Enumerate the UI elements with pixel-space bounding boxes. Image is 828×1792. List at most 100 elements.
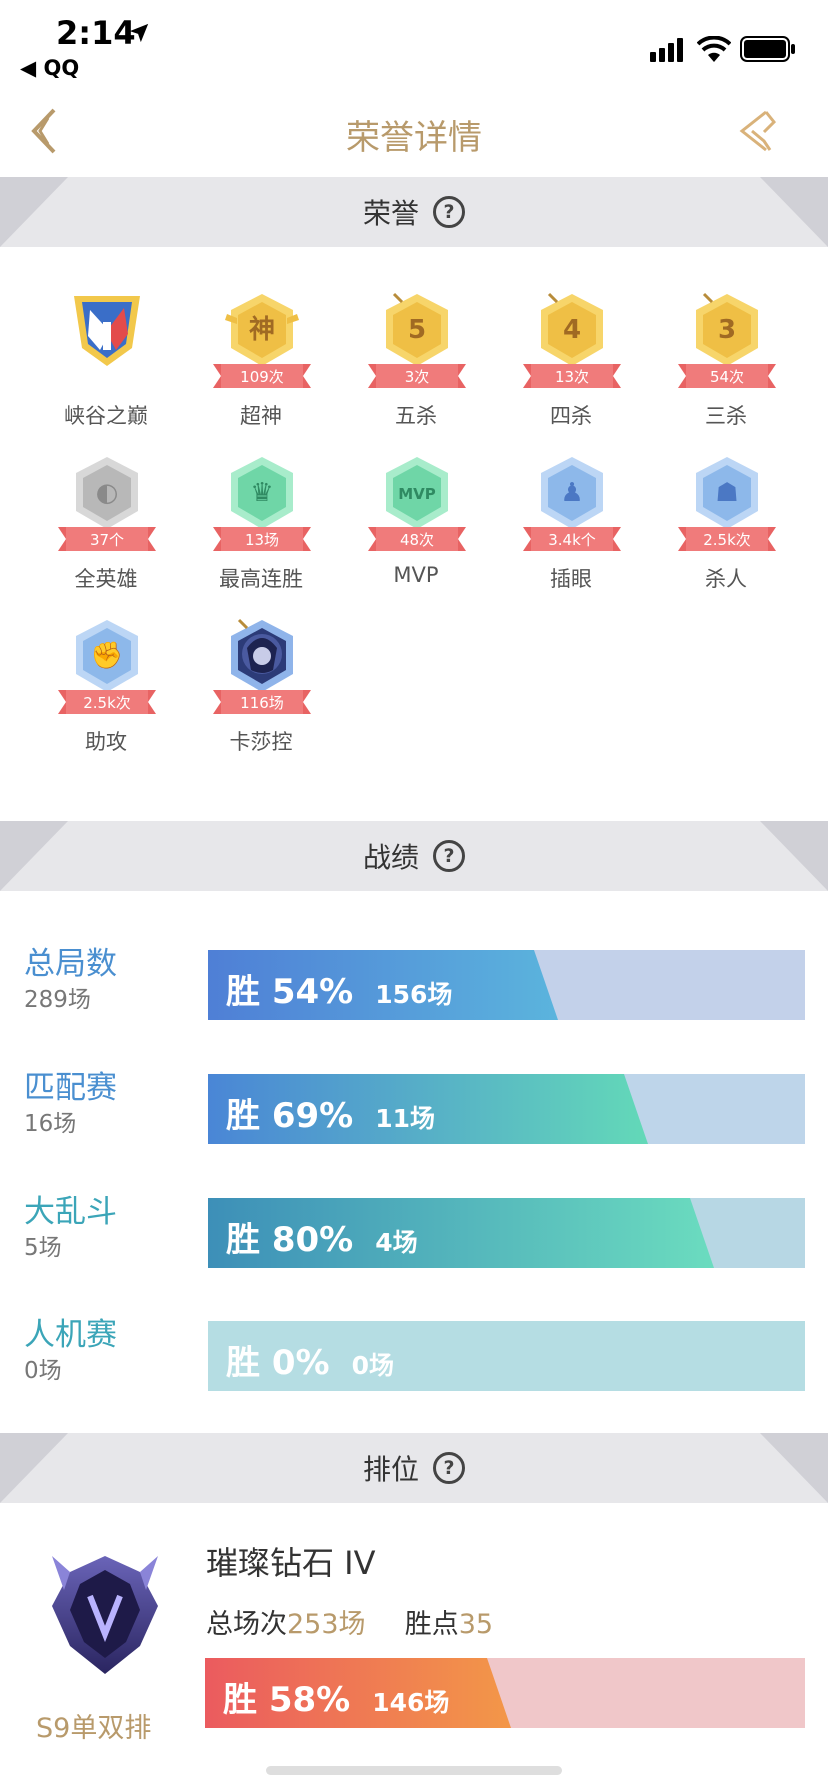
honor-count-ribbon: 13次 [523, 364, 621, 388]
rank-info: 总场次253场 胜点35 [206, 1602, 493, 1641]
rank-win-percent: 胜 58% [223, 1680, 351, 1720]
record-row[interactable]: 匹配赛 16场 胜 69% 11场 [0, 1062, 828, 1162]
rank-points-value: 35 [458, 1609, 494, 1640]
honor-count-ribbon: 13场 [213, 527, 311, 551]
penta-kill-icon: 5 [386, 292, 448, 366]
honor-count-ribbon: 54次 [678, 364, 776, 388]
honor-section-title: 荣誉 [362, 197, 419, 230]
honor-badge[interactable]: 116场 卡莎控 [191, 618, 331, 758]
peak-emblem-icon [74, 296, 140, 366]
honor-badge[interactable]: ♛ 13场 最高连胜 [191, 455, 331, 595]
honor-count-ribbon: 2.5k次 [678, 527, 776, 551]
navigation-bar: 荣誉详情 [0, 92, 828, 176]
honor-label: 插眼 [550, 567, 592, 591]
status-bar: 2:14 ◀ QQ [0, 0, 828, 90]
svg-text:◐: ◐ [96, 478, 119, 508]
rank-season-label: S9单双排 [36, 1713, 152, 1744]
winrate-label: 胜 80% 4场 [226, 1212, 418, 1261]
rank-tier-title: 璀璨钻石 IV [206, 1544, 376, 1582]
mvp-icon: MVP [386, 457, 448, 529]
honor-count: 37个 [89, 531, 125, 549]
cellular-signal-icon [650, 38, 683, 62]
help-icon[interactable]: ? [433, 1452, 465, 1484]
svg-text:3: 3 [718, 315, 736, 345]
ranked-section-header: 排位 ? [0, 1433, 828, 1503]
honor-badge[interactable]: ◐ 37个 全英雄 [36, 455, 176, 595]
honor-label: 五杀 [395, 404, 437, 428]
honor-badge[interactable]: 神 109次 超神 [191, 292, 331, 432]
diamond-rank-emblem-icon [52, 1556, 158, 1674]
record-section-title: 战绩 [362, 841, 419, 874]
honor-badge[interactable]: ♟ 3.4k个 插眼 [501, 455, 641, 595]
rank-total-value: 253场 [287, 1609, 366, 1640]
home-indicator [266, 1766, 562, 1775]
honor-count: 109次 [240, 368, 284, 386]
record-mode-total: 5场 [24, 1235, 62, 1261]
location-arrow-icon [129, 23, 149, 43]
winrate-label: 胜 0% 0场 [226, 1335, 394, 1384]
win-games-count: 156场 [375, 980, 453, 1009]
honor-count-ribbon: 48次 [368, 527, 466, 551]
rank-points-label: 胜点 [404, 1609, 459, 1640]
win-games-count: 0场 [351, 1351, 394, 1380]
record-section-header: 战绩 ? [0, 821, 828, 891]
godlike-icon: 神 [225, 294, 299, 366]
honor-label: 超神 [240, 404, 282, 428]
rank-winrate-label: 胜 58% 146场 [223, 1672, 449, 1721]
honor-badge[interactable]: 4 13次 四杀 [501, 292, 641, 432]
honor-badge[interactable]: 峡谷之巅 [36, 292, 176, 432]
honor-count-ribbon: 3次 [368, 364, 466, 388]
honor-count: 54次 [709, 368, 745, 386]
honor-label: 助攻 [85, 730, 127, 754]
honor-count: 13场 [244, 531, 280, 549]
back-to-app-link[interactable]: ◀ QQ [20, 56, 79, 80]
honor-count-ribbon: 109次 [213, 364, 311, 388]
kills-icon: ☗ [696, 457, 758, 529]
honor-details-page: 2:14 ◀ QQ 荣誉详情 荣誉 ? 峡谷之巅 神 109次 超神 5 3次 … [0, 0, 828, 1792]
assists-icon: ✊ [76, 620, 138, 692]
rank-winrate-bar: 胜 58% 146场 [205, 1658, 805, 1728]
winrate-bar: 胜 80% 4场 [208, 1198, 805, 1268]
honor-count: 3次 [404, 368, 430, 386]
wifi-icon [697, 36, 731, 62]
honor-label: 三杀 [705, 404, 747, 428]
rank-games-count: 146场 [372, 1688, 450, 1717]
triple-kill-icon: 3 [696, 292, 758, 366]
help-icon[interactable]: ? [433, 196, 465, 228]
ward-icon: ♟ [541, 457, 603, 529]
svg-text:♟: ♟ [560, 478, 583, 508]
honor-count-ribbon: 2.5k次 [58, 690, 156, 714]
honor-badge[interactable]: 3 54次 三杀 [656, 292, 796, 432]
honor-label: MVP [393, 563, 439, 587]
record-mode-name: 大乱斗 [24, 1194, 117, 1230]
win-percent: 胜 0% [226, 1343, 330, 1383]
page-title: 荣誉详情 [346, 118, 482, 158]
record-row[interactable]: 大乱斗 5场 胜 80% 4场 [0, 1186, 828, 1286]
win-streak-icon: ♛ [231, 457, 293, 529]
record-row[interactable]: 人机赛 0场 胜 0% 0场 [0, 1309, 828, 1409]
record-row[interactable]: 总局数 289场 胜 54% 156场 [0, 938, 828, 1038]
honor-label: 杀人 [705, 567, 747, 591]
honor-label: 全英雄 [74, 567, 138, 591]
win-percent: 胜 69% [226, 1096, 354, 1136]
honor-label: 峡谷之巅 [64, 404, 148, 428]
winrate-label: 胜 69% 11场 [226, 1088, 435, 1137]
record-mode-total: 16场 [24, 1111, 77, 1137]
svg-text:5: 5 [408, 315, 426, 345]
kaisa-portrait-icon [231, 618, 293, 692]
honor-badge[interactable]: 5 3次 五杀 [346, 292, 486, 432]
win-games-count: 4场 [375, 1228, 418, 1257]
honor-badge[interactable]: MVP 48次 MVP [346, 455, 486, 595]
honor-count-ribbon: 3.4k个 [523, 527, 621, 551]
honor-label: 卡莎控 [229, 730, 293, 754]
honor-count: 2.5k次 [83, 694, 131, 712]
winrate-bar: 胜 54% 156场 [208, 950, 805, 1020]
honor-badge[interactable]: ✊ 2.5k次 助攻 [36, 618, 176, 758]
honor-badge[interactable]: ☗ 2.5k次 杀人 [656, 455, 796, 595]
share-icon[interactable] [734, 106, 778, 156]
quadra-kill-icon: 4 [541, 292, 603, 366]
help-icon[interactable]: ? [433, 840, 465, 872]
record-mode-name: 匹配赛 [24, 1070, 117, 1106]
winrate-label: 胜 54% 156场 [226, 964, 452, 1013]
honor-count: 116场 [240, 694, 284, 712]
